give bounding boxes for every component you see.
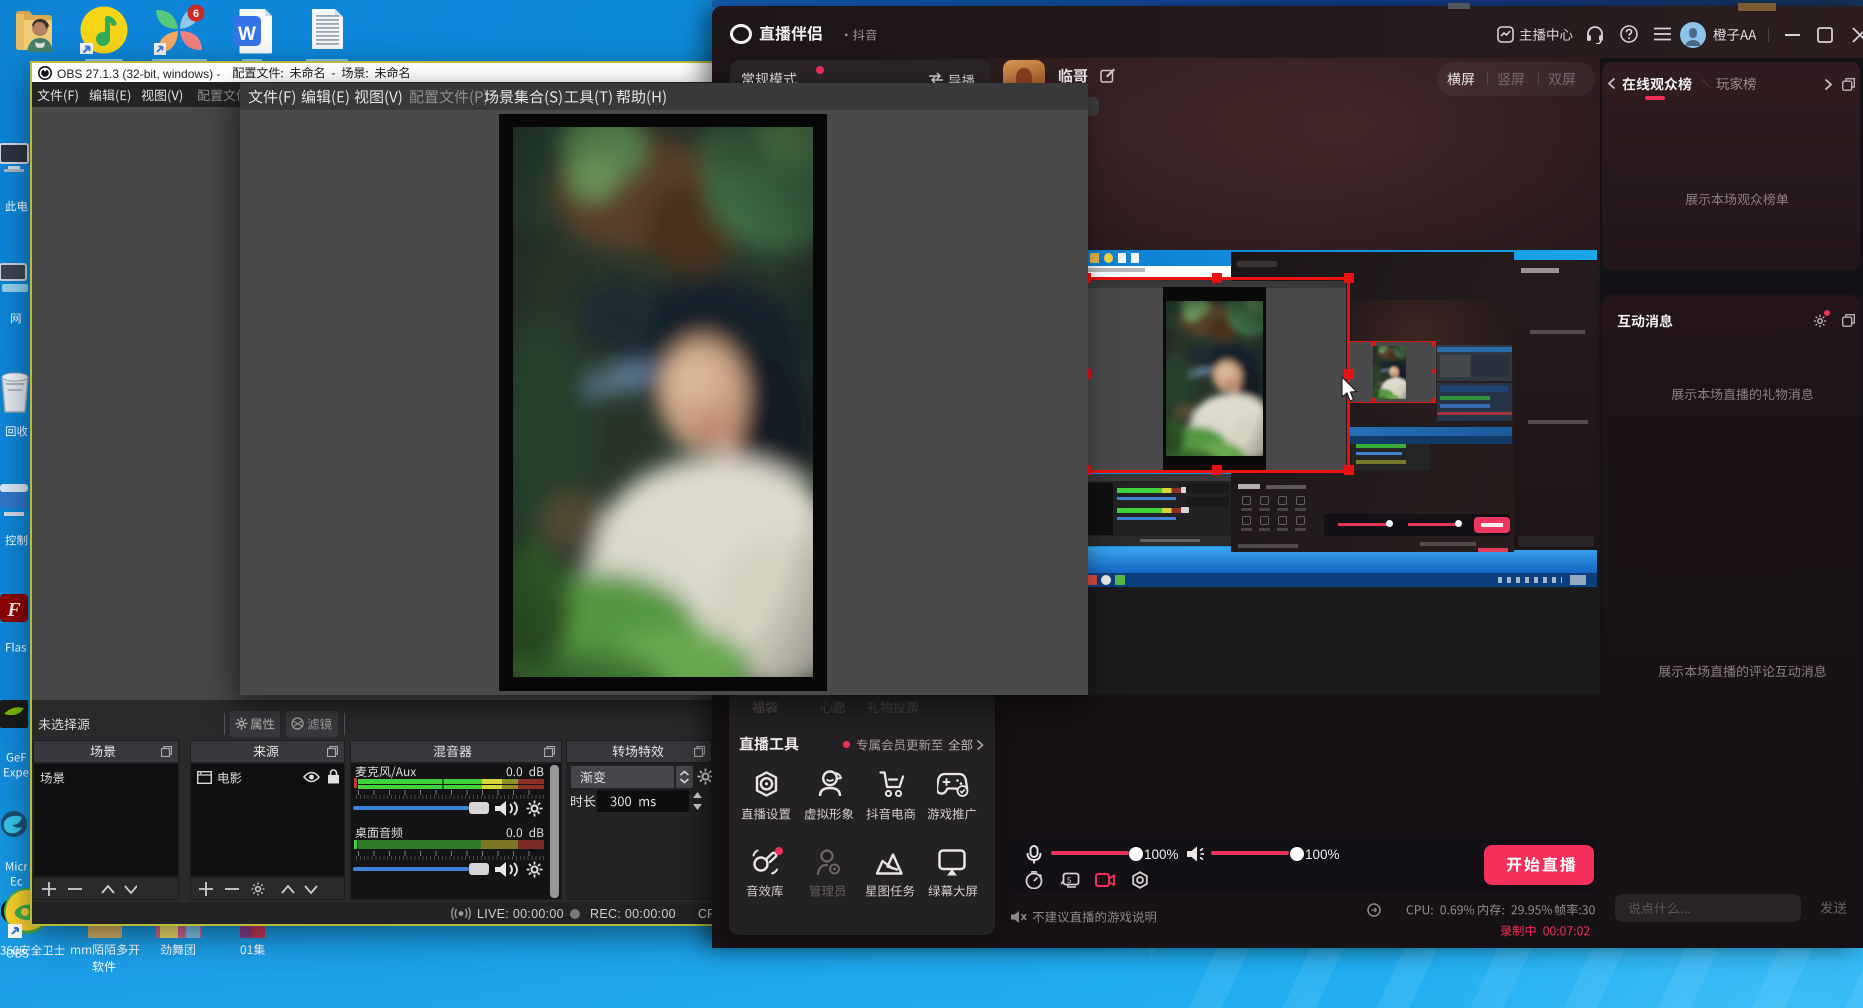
svg-text:W: W (238, 24, 256, 45)
svg-text:5: 5 (1067, 876, 1072, 885)
svg-text:6: 6 (193, 8, 199, 20)
svg-text:F: F (6, 599, 21, 621)
